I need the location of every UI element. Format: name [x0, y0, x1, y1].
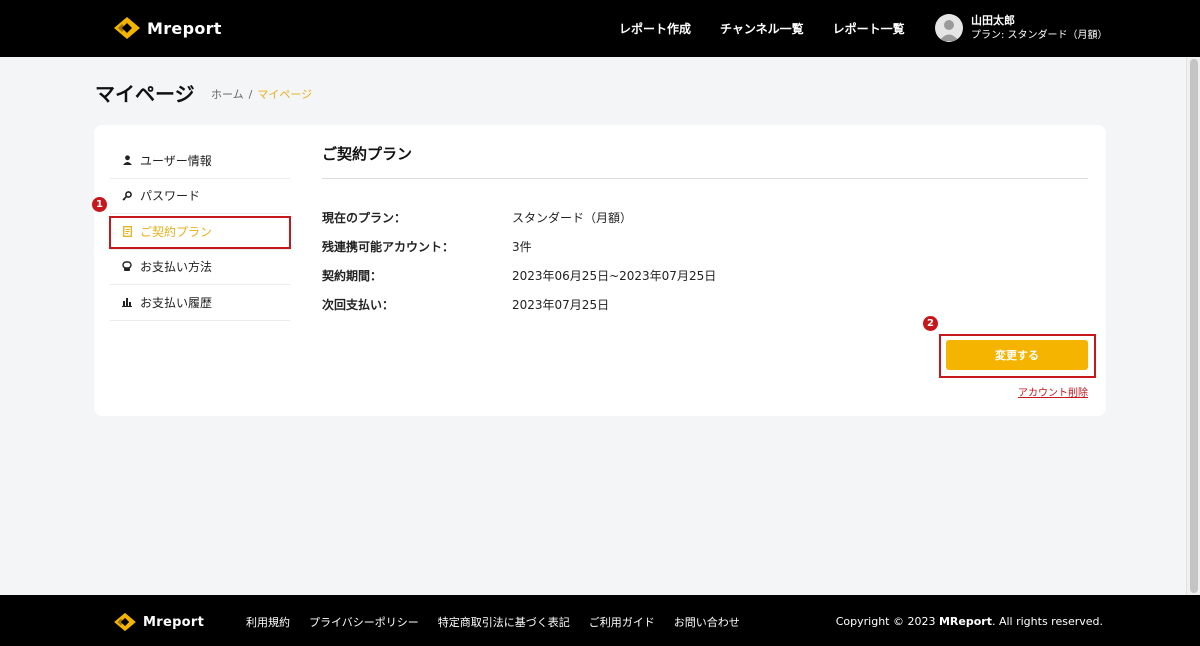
annotation-marker-2: 2 [923, 316, 938, 331]
breadcrumb-separator: / [248, 88, 253, 101]
section-title: ご契約プラン [322, 143, 1088, 179]
sidebar-item-label: パスワード [140, 189, 201, 204]
user-plan: プラン: スタンダード（月額） [971, 30, 1108, 41]
nav-channel-list[interactable]: チャンネル一覧 [720, 20, 804, 37]
key-icon [122, 190, 132, 201]
page-title: マイページ [95, 82, 195, 106]
footer-link-privacy[interactable]: プライバシーポリシー [309, 614, 419, 630]
footer-link-guide[interactable]: ご利用ガイド [589, 614, 655, 630]
brand-logo[interactable]: Mreport [113, 16, 222, 40]
info-value: 2023年06月25日~2023年07月25日 [512, 269, 717, 283]
sidebar-item-payment-history[interactable]: お支払い履歴 [110, 285, 290, 321]
scrollbar-thumb[interactable] [1190, 59, 1198, 593]
user-avatar-icon [935, 14, 963, 42]
main-nav: レポート作成 チャンネル一覧 レポート一覧 [619, 20, 905, 37]
bar-chart-icon [122, 297, 132, 308]
user-icon [122, 155, 132, 166]
user-info: 山田太郎 プラン: スタンダード（月額） [971, 13, 1108, 43]
contract-plan-section: ご契約プラン 現在のプラン： スタンダード（月額） 残連携可能アカウント： 3件… [322, 143, 1088, 319]
wallet-icon [122, 261, 132, 272]
highlight-box-contract-plan [109, 216, 291, 249]
top-header: Mreport レポート作成 チャンネル一覧 レポート一覧 山田太郎 プラン: … [0, 0, 1200, 57]
page-footer: Mreport 利用規約 プライバシーポリシー 特定商取引法に基づく表記 ご利用… [0, 595, 1200, 646]
mreport-logo-icon [114, 612, 136, 632]
footer-link-commercial-law[interactable]: 特定商取引法に基づく表記 [438, 614, 570, 630]
mreport-logo-icon [114, 17, 140, 39]
user-name: 山田太郎 [971, 14, 1015, 27]
copyright-prefix: Copyright © 2023 [835, 615, 939, 628]
copyright: Copyright © 2023 MReport. All rights res… [836, 615, 1103, 628]
nav-create-report[interactable]: レポート作成 [619, 20, 691, 37]
copyright-suffix: . All rights reserved. [991, 615, 1103, 628]
footer-links: 利用規約 プライバシーポリシー 特定商取引法に基づく表記 ご利用ガイド お問い合… [246, 614, 740, 630]
copyright-brand: MReport [938, 615, 992, 628]
nav-report-list[interactable]: レポート一覧 [833, 20, 905, 37]
brand-name: Mreport [147, 18, 222, 38]
sidebar-item-password[interactable]: パスワード [110, 179, 290, 214]
info-row-current-plan: 現在のプラン： スタンダード（月額） [322, 203, 1088, 232]
footer-brand-name: Mreport [143, 614, 205, 630]
info-row-next-payment: 次回支払い： 2023年07月25日 [322, 290, 1088, 319]
page-scrollbar[interactable] [1186, 57, 1200, 595]
annotation-marker-1: 1 [92, 197, 107, 212]
highlight-box-change-button [939, 334, 1096, 378]
footer-link-terms[interactable]: 利用規約 [246, 614, 290, 630]
footer-link-contact[interactable]: お問い合わせ [674, 614, 740, 630]
info-value: 3件 [512, 240, 532, 254]
sidebar-item-payment-method[interactable]: お支払い方法 [110, 250, 290, 285]
info-row-remaining-accounts: 残連携可能アカウント： 3件 [322, 232, 1088, 261]
contract-info-list: 現在のプラン： スタンダード（月額） 残連携可能アカウント： 3件 契約期間： … [322, 203, 1088, 319]
sidebar-item-label: お支払い履歴 [140, 295, 213, 310]
breadcrumb: ホーム / マイページ [211, 86, 312, 102]
info-label: 契約期間： [322, 269, 383, 283]
sidebar-item-label: ユーザー情報 [140, 153, 212, 168]
info-label: 現在のプラン： [322, 211, 407, 225]
info-value: 2023年07月25日 [512, 298, 610, 312]
breadcrumb-home[interactable]: ホーム [211, 88, 244, 101]
delete-account-link[interactable]: アカウント削除 [1018, 384, 1088, 399]
footer-brand-logo[interactable]: Mreport [113, 612, 204, 632]
sidebar-item-label: お支払い方法 [140, 260, 213, 275]
info-label: 残連携可能アカウント： [322, 240, 455, 254]
info-label: 次回支払い： [322, 298, 395, 312]
info-row-contract-period: 契約期間： 2023年06月25日~2023年07月25日 [322, 261, 1088, 290]
info-value: スタンダード（月額） [512, 211, 633, 225]
user-menu[interactable]: 山田太郎 プラン: スタンダード（月額） [935, 13, 1108, 43]
sidebar-item-user-info[interactable]: ユーザー情報 [110, 143, 290, 179]
breadcrumb-current: マイページ [257, 88, 313, 101]
